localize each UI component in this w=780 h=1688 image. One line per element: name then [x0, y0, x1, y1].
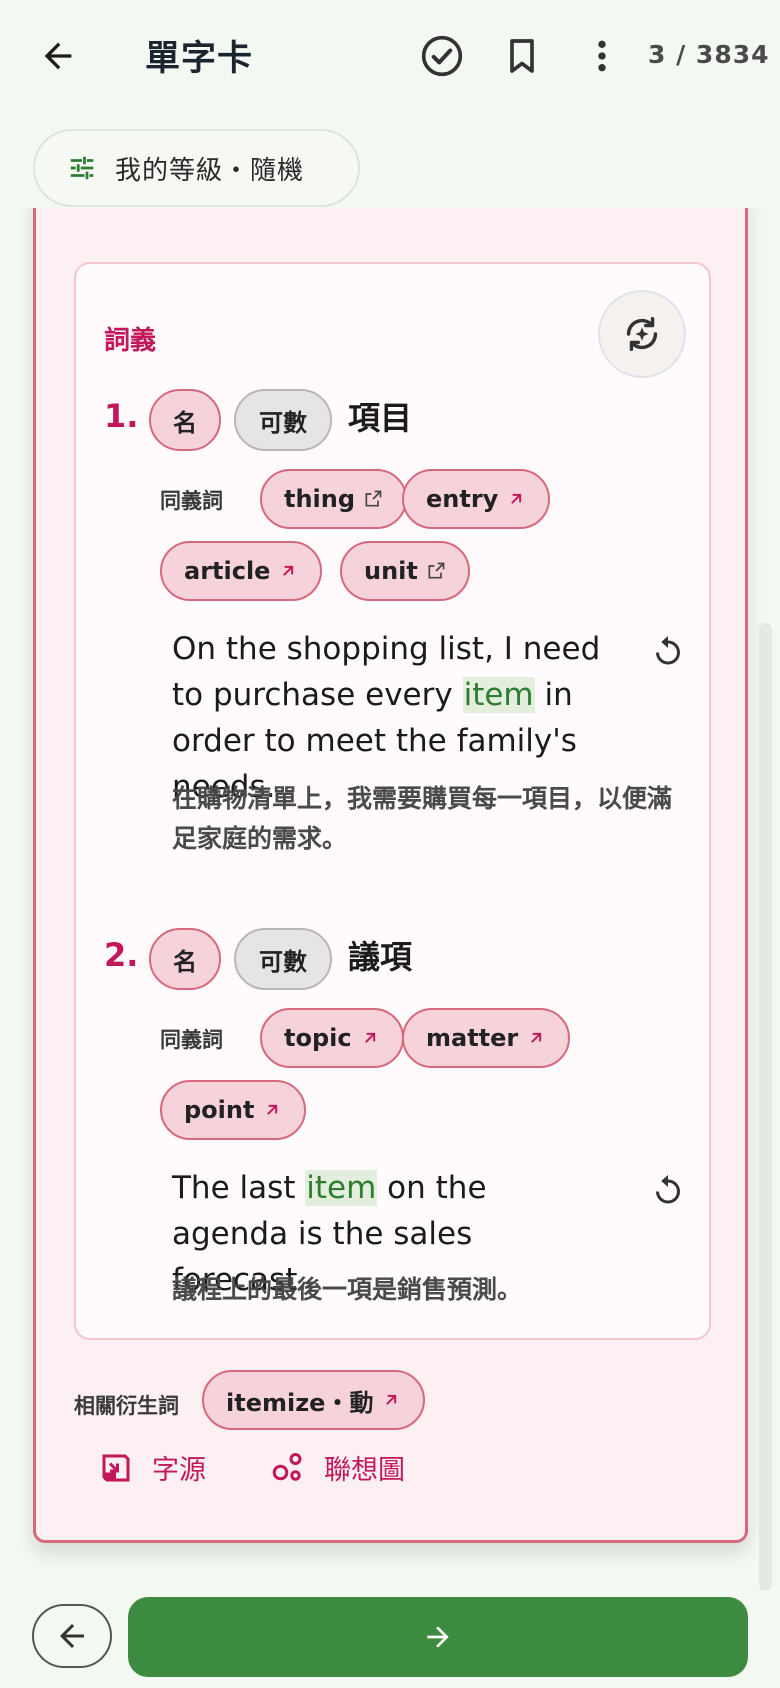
bottom-navigation: [0, 1590, 780, 1688]
bookmark-icon: [510, 39, 534, 73]
etymology-button[interactable]: 字源: [98, 1448, 206, 1487]
open-external-icon: [428, 562, 445, 579]
derivative-chip[interactable]: itemize・動: [202, 1370, 426, 1430]
synonym-chip-point[interactable]: point: [160, 1080, 307, 1140]
arrow-up-right-icon: [511, 493, 522, 504]
flashcard-screen: 單字卡 3 / 3834 我的等級・隨機 詞義 1. 名 可數 項目 同義詞 t…: [0, 0, 780, 1688]
sense-1: 1. 名 可數 項目 同義詞 thing entry article unit …: [104, 389, 694, 869]
etymology-icon: [102, 1454, 130, 1481]
card-counter: 3 / 3834: [648, 40, 770, 69]
filter-chip[interactable]: 我的等級・隨機: [33, 129, 360, 207]
arrow-right-icon: [427, 1626, 449, 1648]
scrollbar[interactable]: [759, 623, 772, 1591]
replay-icon: [656, 636, 680, 665]
synonym-chip-thing[interactable]: thing: [260, 469, 408, 529]
synonym-label: entry: [426, 485, 499, 513]
synonym-label: point: [184, 1096, 255, 1124]
arrow-up-right-icon: [283, 565, 294, 576]
countability-chip[interactable]: 可數: [234, 928, 332, 990]
example-translation: 議程上的最後一項是銷售預測。: [172, 1275, 523, 1304]
filter-label: 我的等級・隨機: [115, 155, 305, 186]
word-card: 詞義 1. 名 可數 項目 同義詞 thing entry article un…: [33, 190, 748, 1543]
arrow-left-icon: [60, 1624, 84, 1648]
arrow-left-icon: [44, 42, 72, 70]
replay-icon: [656, 1175, 680, 1204]
synonym-label: article: [184, 557, 271, 585]
arrow-up-right-icon: [386, 1394, 397, 1405]
arrow-up-right-icon: [267, 1104, 278, 1115]
countability-chip[interactable]: 可數: [234, 389, 332, 451]
pos-chip[interactable]: 名: [149, 389, 221, 451]
synonyms-label: 同義詞: [160, 1028, 223, 1052]
mind-map-label: 聯想圖: [324, 1455, 405, 1486]
next-card-button[interactable]: [128, 1597, 748, 1677]
back-button[interactable]: [26, 24, 90, 88]
mark-learned-button[interactable]: [414, 28, 470, 84]
open-external-icon: [365, 490, 382, 507]
synonym-chip-unit[interactable]: unit: [340, 541, 470, 601]
etymology-label: 字源: [152, 1455, 206, 1486]
derivatives-label: 相關衍生詞: [74, 1394, 179, 1418]
synonym-label: thing: [284, 485, 356, 513]
tune-icon: [70, 156, 94, 180]
highlighted-word: item: [305, 1170, 378, 1206]
check-circle-icon: [421, 35, 463, 77]
sense-2: 2. 名 可數 議項 同義詞 topic matter point The la…: [104, 928, 694, 1308]
pos-chip[interactable]: 名: [149, 928, 221, 990]
synonym-chip-matter[interactable]: matter: [402, 1008, 571, 1068]
synonym-chip-topic[interactable]: topic: [260, 1008, 404, 1068]
bubble-chart-icon: [272, 1452, 302, 1481]
sparkle-refresh-icon: [626, 316, 658, 352]
synonym-chip-entry[interactable]: entry: [402, 469, 551, 529]
bookmark-button[interactable]: [494, 28, 550, 84]
sense-number: 2.: [104, 936, 139, 974]
sense-meaning: 項目: [348, 399, 413, 437]
synonym-label: unit: [364, 557, 418, 585]
synonym-chip-article[interactable]: article: [160, 541, 323, 601]
ai-explain-button[interactable]: [598, 290, 686, 378]
replay-audio-button[interactable]: [644, 627, 692, 675]
mind-map-button[interactable]: 聯想圖: [270, 1448, 405, 1487]
more-vert-icon: [598, 40, 606, 72]
section-title: 詞義: [104, 326, 157, 356]
sense-number: 1.: [104, 397, 139, 435]
replay-audio-button[interactable]: [644, 1166, 692, 1214]
synonym-label: topic: [284, 1024, 352, 1052]
highlighted-word: item: [462, 677, 535, 713]
more-options-button[interactable]: [574, 28, 630, 84]
synonyms-label: 同義詞: [160, 489, 223, 513]
page-title: 單字卡: [145, 39, 254, 79]
derivative-label: itemize・動: [226, 1388, 374, 1417]
arrow-up-right-icon: [364, 1032, 375, 1043]
previous-card-button[interactable]: [32, 1604, 112, 1668]
sense-meaning: 議項: [348, 938, 413, 976]
definitions-panel: 詞義 1. 名 可數 項目 同義詞 thing entry article un…: [74, 262, 711, 1340]
synonym-label: matter: [426, 1024, 519, 1052]
example-translation: 在購物清單上，我需要購買每一項目，以便滿足家庭的需求。: [172, 784, 673, 853]
top-app-bar: 單字卡 3 / 3834 我的等級・隨機: [0, 0, 780, 208]
arrow-up-right-icon: [531, 1032, 542, 1043]
